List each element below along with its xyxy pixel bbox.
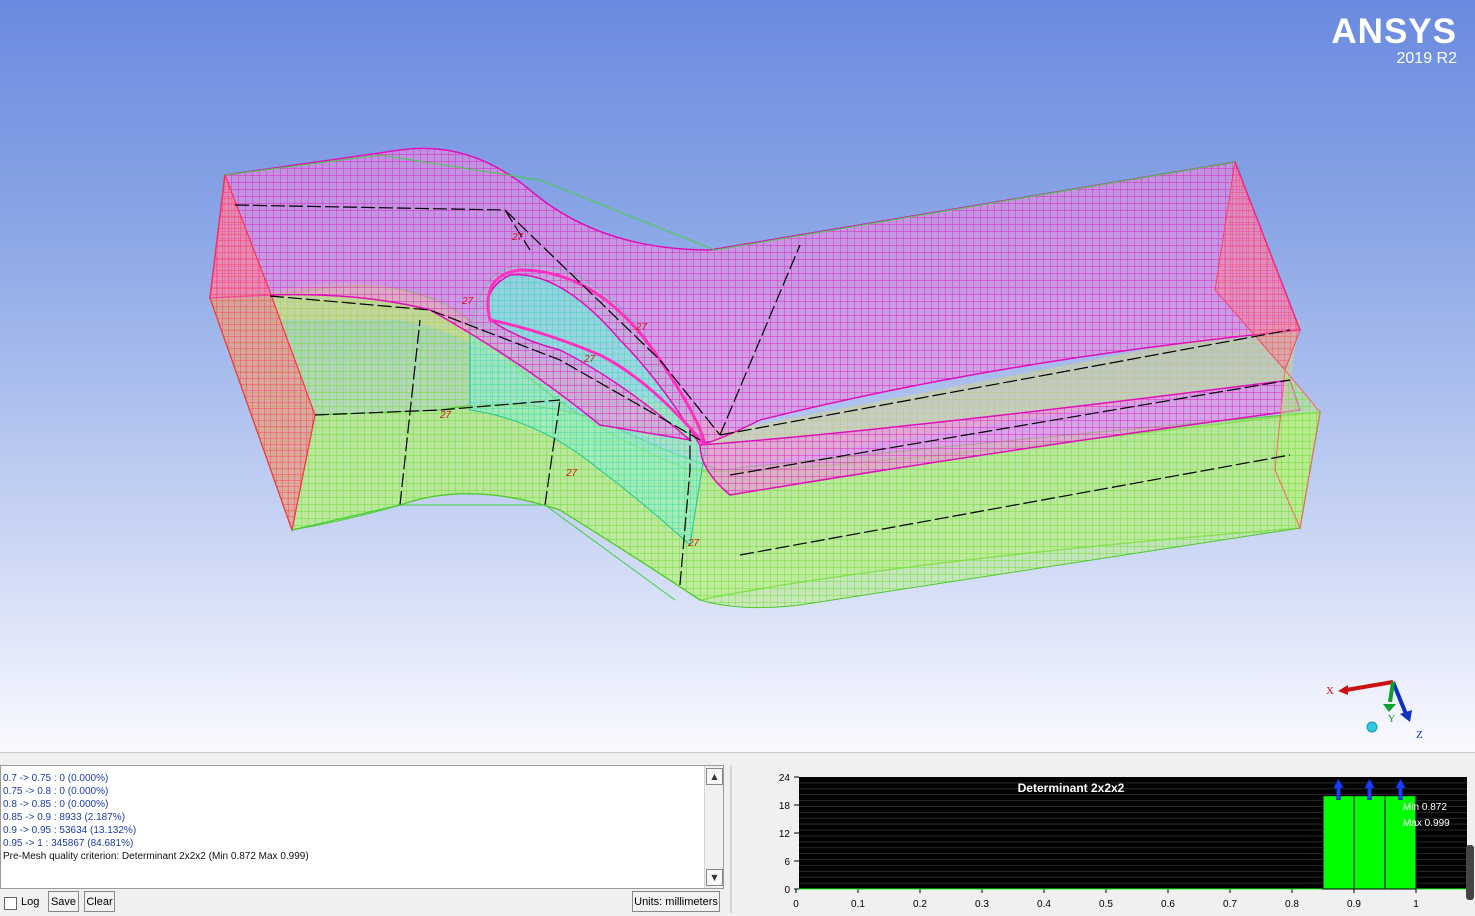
message-summary: Pre-Mesh quality criterion: Determinant … <box>3 851 309 862</box>
x-tick-label: 0.1 <box>851 899 865 910</box>
x-tick-label: 0.4 <box>1037 899 1051 910</box>
save-button[interactable]: Save <box>48 891 79 912</box>
y-tick-label: 0 <box>784 885 790 896</box>
z-axis-label: Z <box>1416 729 1423 741</box>
brand-name: ANSYS <box>1331 12 1457 51</box>
message-line: 0.9 -> 0.95 : 53634 (13.132%) <box>3 825 137 836</box>
block-label: 27 <box>687 538 700 549</box>
block-label: 27 <box>439 410 452 421</box>
clear-button[interactable]: Clear <box>84 891 115 912</box>
bottom-panel: 0.7 -> 0.75 : 0 (0.000%) 0.75 -> 0.8 : 0… <box>0 752 1475 916</box>
x-tick-label: 0.7 <box>1223 899 1237 910</box>
x-tick-label: 0.5 <box>1099 899 1113 910</box>
message-scrollbar[interactable]: ▲ ▼ <box>704 766 723 888</box>
x-tick-label: 0.2 <box>913 899 927 910</box>
histogram-bar[interactable] <box>1322 795 1355 890</box>
x-tick-label: 0.8 <box>1285 899 1299 910</box>
scroll-down-button[interactable]: ▼ <box>706 869 723 886</box>
units-button[interactable]: Units: millimeters <box>632 891 720 912</box>
histogram-min-label: Min 0.872 <box>1403 802 1447 813</box>
histogram-scrollbar-thumb[interactable] <box>1466 845 1474 900</box>
message-line: 0.85 -> 0.9 : 8933 (2.187%) <box>3 812 126 823</box>
message-line: 0.75 -> 0.8 : 0 (0.000%) <box>3 786 109 797</box>
y-tick-label: 24 <box>779 773 791 784</box>
message-line: 0.8 -> 0.85 : 0 (0.000%) <box>3 799 109 810</box>
x-tick-label: 0.6 <box>1161 899 1175 910</box>
y-tick-label: 6 <box>784 857 790 868</box>
arrow-up-icon: ▲ <box>711 772 718 781</box>
y-axis-arrow <box>1388 681 1395 703</box>
x-tick-label: 1 <box>1413 899 1419 910</box>
scroll-up-button[interactable]: ▲ <box>706 768 723 785</box>
y-axis-label: Y <box>1388 714 1395 725</box>
x-axis-label: X <box>1326 685 1334 697</box>
panel-splitter[interactable] <box>730 765 732 913</box>
block-label: 27 <box>635 322 648 333</box>
y-tick-label: 18 <box>779 801 791 812</box>
histogram-bar[interactable] <box>1353 795 1386 890</box>
axis-triad[interactable]: X Y Z <box>1318 672 1438 752</box>
x-tick-label: 0.9 <box>1347 899 1361 910</box>
block-label: 27 <box>461 296 474 307</box>
blade-passage-mesh: 27 27 27 27 27 27 27 <box>208 147 1321 609</box>
z-axis-arrow <box>1391 681 1408 715</box>
x-axis-arrow <box>1345 680 1394 692</box>
histogram-title: Determinant 2x2x2 <box>1018 781 1125 795</box>
message-window[interactable]: 0.7 -> 0.75 : 0 (0.000%) 0.75 -> 0.8 : 0… <box>0 765 724 889</box>
log-checkbox[interactable] <box>4 897 17 910</box>
block-label: 27 <box>511 232 524 243</box>
view-origin-icon <box>1366 721 1378 733</box>
message-line: 0.7 -> 0.75 : 0 (0.000%) <box>3 773 109 784</box>
message-line: 0.95 -> 1 : 345867 (84.681%) <box>3 838 134 849</box>
x-tick-label: 0 <box>793 899 799 910</box>
message-lines: 0.7 -> 0.75 : 0 (0.000%) 0.75 -> 0.8 : 0… <box>3 772 703 863</box>
arrow-down-icon: ▼ <box>711 873 718 882</box>
y-tick-label: 12 <box>779 829 791 840</box>
message-controls: Log Save Clear Units: millimeters <box>0 891 728 915</box>
y-axis-arrowhead <box>1383 704 1396 712</box>
block-label: 27 <box>565 468 578 479</box>
ansys-logo: ANSYS 2019 R2 <box>1331 14 1457 68</box>
x-axis-arrowhead <box>1338 685 1348 695</box>
block-label: 27 <box>583 354 596 365</box>
log-label: Log <box>21 896 40 908</box>
x-tick-label: 0.3 <box>975 899 989 910</box>
histogram-max-label: Max 0.999 <box>1403 818 1450 829</box>
graphics-viewport[interactable]: 27 27 27 27 27 27 27 ANSYS 2019 R2 X Y Z <box>0 0 1475 752</box>
brand-version: 2019 R2 <box>1396 50 1458 67</box>
quality-histogram[interactable]: 0 6 12 18 24 0 0.1 0.2 0.3 0.4 0.5 0.6 0.7 0.8 0.9 1 Det… <box>735 761 1475 916</box>
